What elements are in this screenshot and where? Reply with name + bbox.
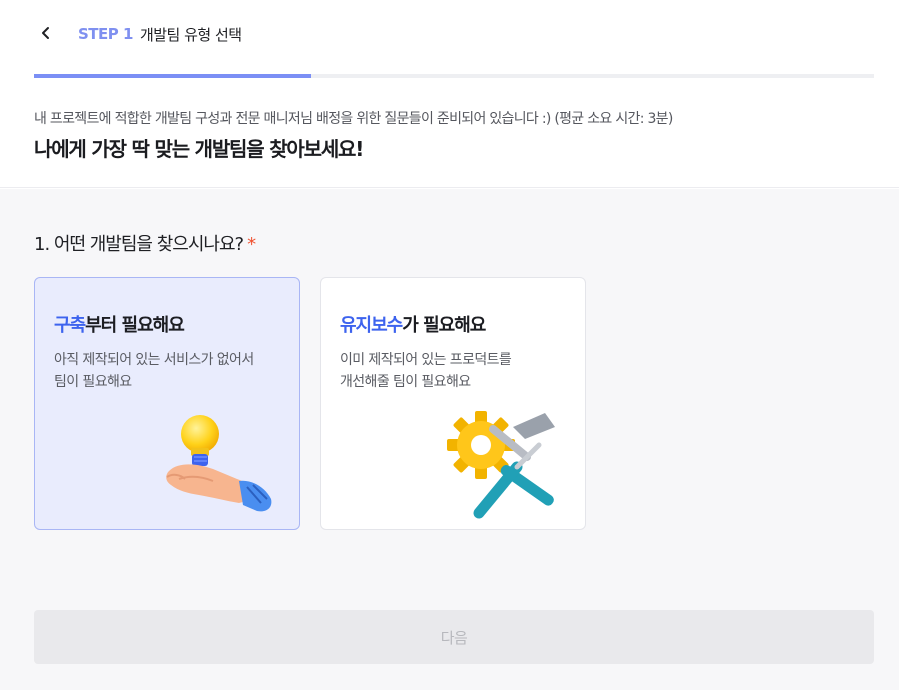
option-title: 구축부터 필요해요 <box>54 311 185 337</box>
option-desc-line: 이미 제작되어 있는 프로덕트를 <box>340 352 512 368</box>
back-button[interactable] <box>34 22 58 46</box>
gear-tools-icon <box>443 409 573 519</box>
option-title-highlight: 구축 <box>54 315 86 336</box>
option-desc-line: 팀이 필요해요 <box>54 374 132 390</box>
question-label: 1. 어떤 개발팀을 찾으시나요? * <box>34 230 256 256</box>
required-mark: * <box>247 234 256 255</box>
option-card-maintenance[interactable]: 유지보수가 필요해요 이미 제작되어 있는 프로덕트를 개선해줄 팀이 필요해요 <box>320 277 586 530</box>
question-section: 1. 어떤 개발팀을 찾으시나요? * 구축부터 필요해요 아직 제작되어 있는 … <box>0 189 899 690</box>
intro-subtitle: 내 프로젝트에 적합한 개발팀 구성과 전문 매니저님 배정을 위한 질문들이 … <box>34 111 673 127</box>
option-description: 아직 제작되어 있는 서비스가 없어서 팀이 필요해요 <box>54 349 254 393</box>
option-card-build[interactable]: 구축부터 필요해요 아직 제작되어 있는 서비스가 없어서 팀이 필요해요 <box>34 277 300 530</box>
question-text: 1. 어떤 개발팀을 찾으시나요? <box>34 234 244 255</box>
chevron-left-icon <box>39 25 53 44</box>
lightbulb-hand-icon <box>157 409 287 519</box>
option-title-rest: 가 필요해요 <box>402 315 486 336</box>
option-title-highlight: 유지보수 <box>340 315 403 336</box>
progress-bar-fill <box>34 74 312 78</box>
page-header: STEP 1 개발팀 유형 선택 내 프로젝트에 적합한 개발팀 구성과 전문 … <box>0 0 899 188</box>
step-title: STEP 1 개발팀 유형 선택 <box>78 23 242 45</box>
page-title: 나에게 가장 딱 맞는 개발팀을 찾아보세요! <box>34 137 364 161</box>
option-title-rest: 부터 필요해요 <box>85 315 185 336</box>
next-button[interactable]: 다음 <box>34 610 874 664</box>
progress-bar <box>34 74 874 78</box>
option-description: 이미 제작되어 있는 프로덕트를 개선해줄 팀이 필요해요 <box>340 349 512 393</box>
option-desc-line: 개선해줄 팀이 필요해요 <box>340 374 471 390</box>
step-name: 개발팀 유형 선택 <box>139 25 242 44</box>
step-label: STEP 1 <box>78 25 133 43</box>
option-desc-line: 아직 제작되어 있는 서비스가 없어서 <box>54 352 254 368</box>
option-title: 유지보수가 필요해요 <box>340 311 486 337</box>
